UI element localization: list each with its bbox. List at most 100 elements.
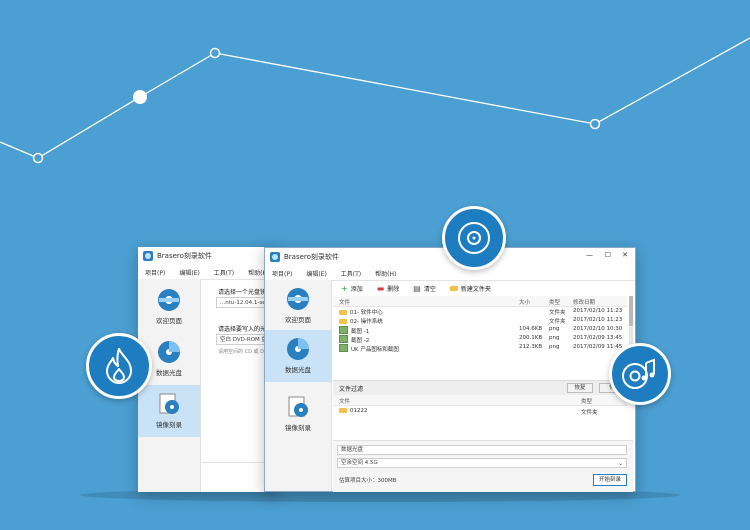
sidebar-item-data-disc[interactable]: 数据光盘 <box>265 330 331 382</box>
sidebar-item-label: 欢迎页面 <box>156 317 182 325</box>
sidebar: 欢迎页面 数据光盘 镜像刻录 <box>138 279 201 492</box>
file-type: png <box>549 335 560 341</box>
file-name: UK 产品图标和截图 <box>339 344 399 353</box>
decorative-line-graph <box>0 37 750 164</box>
back-prompt-2: 请选择要写入的光 <box>218 326 267 333</box>
file-type: 文件夹 <box>581 410 598 416</box>
minimize-button[interactable]: — <box>586 251 593 259</box>
window-title: Brasero刻录软件 <box>284 253 339 261</box>
menu-tools[interactable]: 工具(T) <box>214 268 234 277</box>
back-hint: 请用空间的 CD 或 D <box>218 349 264 355</box>
table-row[interactable]: 02- 操作系统 文件夹 2017/02/10 11:23 <box>333 316 627 325</box>
folder-icon <box>339 408 347 413</box>
size-estimate: 估算项目大小：300MB <box>339 478 397 484</box>
graph-node <box>133 90 147 104</box>
menu-edit[interactable]: 编辑(E) <box>179 268 199 277</box>
add-button[interactable]: + 添加 <box>341 284 363 293</box>
welcome-icon <box>158 289 180 311</box>
restore-button[interactable]: 恢复 <box>567 383 593 393</box>
image-burn-icon <box>288 396 308 417</box>
menu-bar: 项目(P) 编辑(E) 工具(T) 帮助(H) <box>265 266 635 281</box>
delete-button[interactable]: ▬ 删除 <box>377 284 400 293</box>
maximize-button[interactable]: ☐ <box>605 251 611 259</box>
column-type[interactable]: 类型 <box>549 298 560 306</box>
file-list-header: 文件 大小 类型 修改日期 <box>333 296 627 307</box>
disc-badge <box>442 206 506 270</box>
flame-icon <box>106 348 132 384</box>
table-row[interactable]: UK 产品图标和截图 212.3KB png 2017/02/09 11:45 <box>333 343 627 353</box>
filter-row[interactable]: 01222 文件夹 <box>333 407 627 416</box>
disc-icon <box>458 222 490 254</box>
sidebar-item-welcome[interactable]: 欢迎页面 <box>138 281 200 333</box>
clear-button[interactable]: ▤ 清空 <box>413 284 436 293</box>
sidebar: 欢迎页面 数据光盘 镜像刻录 <box>265 280 332 491</box>
sidebar-item-label: 欢迎页面 <box>285 316 311 324</box>
menu-edit[interactable]: 编辑(E) <box>306 269 326 278</box>
graph-node <box>589 118 601 130</box>
title-bar: Brasero刻录软件 <box>138 247 278 265</box>
music-disc-badge <box>609 343 671 405</box>
file-modified: 2017/02/10 11:23 <box>573 317 623 323</box>
image-file-icon <box>339 326 348 334</box>
file-size: 212.3KB <box>519 344 543 350</box>
data-disc-icon <box>158 341 180 363</box>
disc-label-field[interactable]: 数据光盘 <box>337 445 627 455</box>
new-folder-button[interactable]: 新建文件夹 <box>449 284 491 293</box>
menu-project[interactable]: 项目(P) <box>272 269 292 278</box>
image-file-icon <box>339 335 348 343</box>
start-burn-button[interactable]: 开始刻录 <box>593 474 627 486</box>
close-button[interactable]: ✕ <box>622 251 628 259</box>
clear-icon: ▤ <box>413 283 421 293</box>
sidebar-item-label: 镜像刻录 <box>156 421 182 429</box>
column-size[interactable]: 大小 <box>519 298 530 306</box>
column-name[interactable]: 文件 <box>339 298 350 306</box>
graph-node <box>32 152 44 164</box>
music-disc-icon <box>622 358 655 389</box>
welcome-icon <box>287 288 309 310</box>
back-window: Brasero刻录软件 项目(P) 编辑(E) 工具(T) 帮助(H) 欢迎页面… <box>138 247 278 492</box>
column-type[interactable]: 类型 <box>581 397 592 405</box>
file-name: 02- 操作系统 <box>339 317 383 325</box>
window-title: Brasero刻录软件 <box>157 252 212 260</box>
image-file-icon <box>339 344 348 352</box>
file-modified: 2017/02/10 10:30 <box>573 326 623 332</box>
filter-list-header: 文件 类型 <box>333 395 627 406</box>
column-name[interactable]: 文件 <box>339 397 350 405</box>
menu-help[interactable]: 帮助(H) <box>375 269 396 278</box>
menu-bar: 项目(P) 编辑(E) 工具(T) 帮助(H) <box>138 265 278 280</box>
sidebar-item-image-burn[interactable]: 镜像刻录 <box>138 385 200 437</box>
back-prompt-1: 请选择一个光盘镜 <box>218 289 267 296</box>
file-name: 01- 软件中心 <box>339 308 383 316</box>
folder-icon <box>339 319 347 324</box>
sidebar-item-label: 镜像刻录 <box>285 424 311 432</box>
plus-icon: + <box>341 283 348 293</box>
folder-icon <box>339 310 347 315</box>
image-burn-icon <box>159 393 179 414</box>
toolbar: + 添加 ▬ 删除 ▤ 清空 新建文件夹 <box>333 280 633 296</box>
minus-icon: ▬ <box>376 283 385 293</box>
file-modified: 2017/02/10 11:23 <box>573 308 623 314</box>
menu-project[interactable]: 项目(P) <box>145 268 165 277</box>
file-modified: 2017/02/09 13:45 <box>573 335 623 341</box>
column-modified[interactable]: 修改日期 <box>573 298 595 306</box>
filter-title: 文件过滤 <box>339 386 364 393</box>
data-disc-icon <box>287 338 309 360</box>
sidebar-item-label: 数据光盘 <box>156 369 182 377</box>
sidebar-item-label: 数据光盘 <box>285 366 311 374</box>
file-type: 文件夹 <box>549 310 566 316</box>
menu-tools[interactable]: 工具(T) <box>341 269 361 278</box>
graph-node <box>209 47 221 59</box>
file-type: png <box>549 326 560 332</box>
app-icon <box>143 251 153 261</box>
disc-select[interactable]: 空余空间 4.5G ⌄ <box>337 458 627 468</box>
chevron-down-icon: ⌄ <box>617 460 623 467</box>
front-window: Brasero刻录软件 — ☐ ✕ 项目(P) 编辑(E) 工具(T) 帮助(H… <box>264 247 636 492</box>
folder-icon <box>449 285 458 291</box>
table-row[interactable]: 截图 -1 104.6KB png 2017/02/10 10:30 <box>333 325 627 335</box>
file-type: png <box>549 344 560 350</box>
file-name: 01222 <box>339 408 368 414</box>
table-row[interactable]: 01- 软件中心 文件夹 2017/02/10 11:23 <box>333 307 627 316</box>
sidebar-item-image-burn[interactable]: 镜像刻录 <box>265 388 331 440</box>
sidebar-item-welcome[interactable]: 欢迎页面 <box>265 280 331 332</box>
table-row[interactable]: 截图 -2 200.1KB png 2017/02/09 13:45 <box>333 334 627 344</box>
